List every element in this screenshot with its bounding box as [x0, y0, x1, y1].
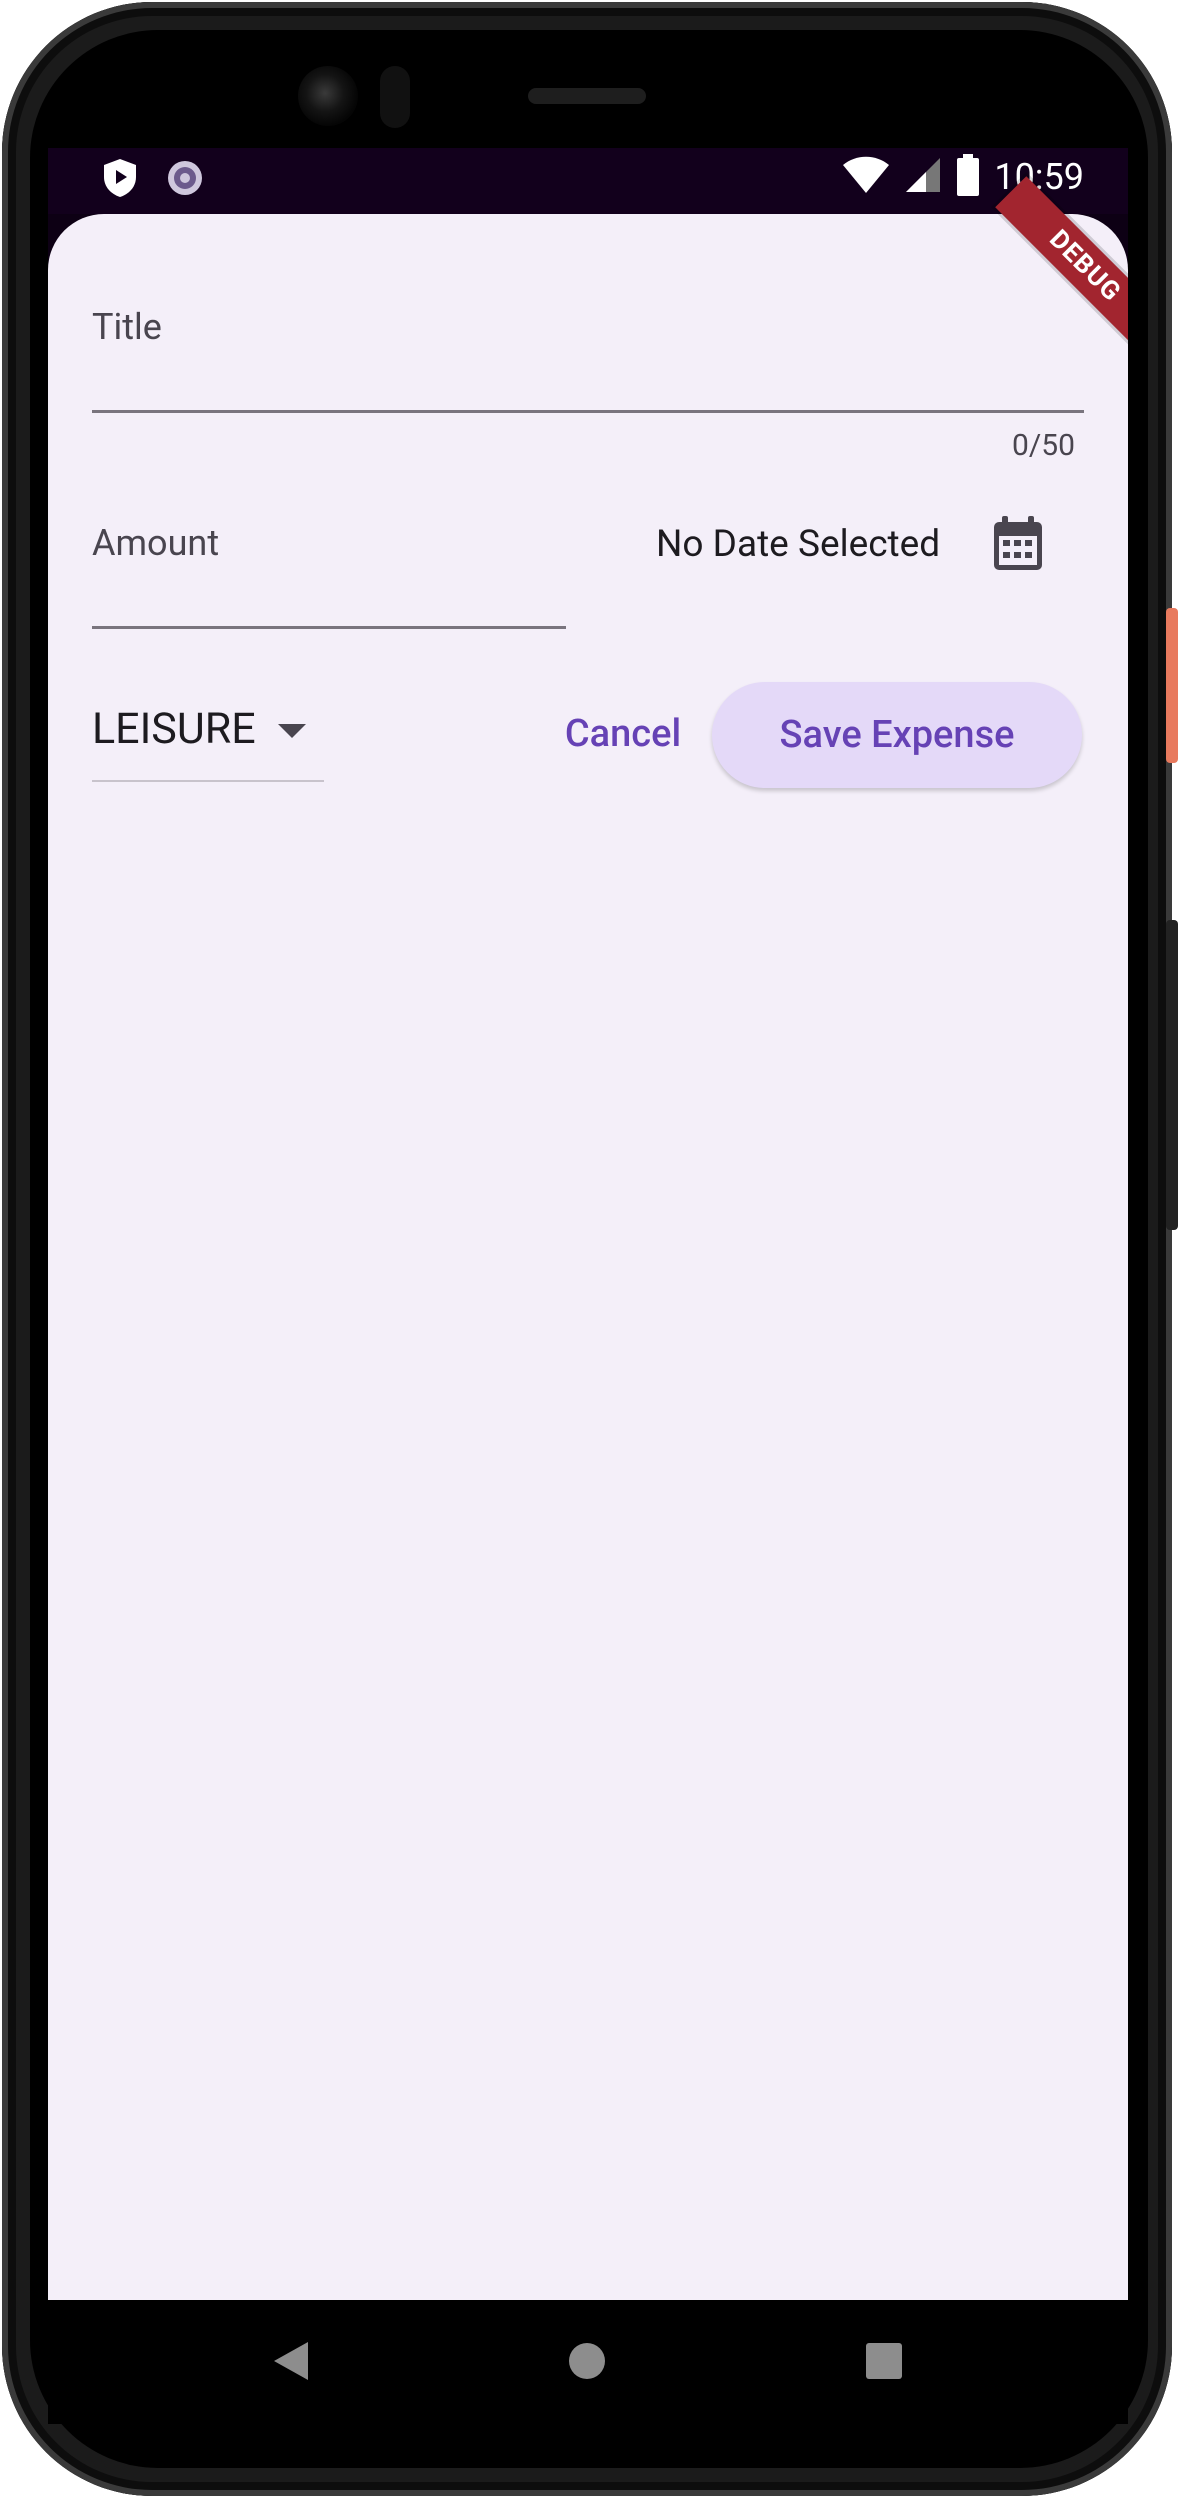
new-expense-sheet: DEBUG Title 0/50 Amount No Date Selected — [48, 176, 1128, 2300]
battery-icon — [956, 154, 980, 200]
title-input[interactable] — [92, 410, 1084, 413]
back-icon[interactable] — [274, 2342, 308, 2384]
proximity-sensor — [380, 66, 410, 128]
amount-field-label: Amount — [92, 522, 220, 564]
power-button — [1166, 608, 1178, 763]
dropdown-underline — [92, 780, 324, 782]
loading-icon — [166, 159, 204, 201]
calendar-icon[interactable] — [992, 516, 1044, 576]
earpiece-speaker — [528, 88, 646, 104]
title-char-counter: 0/50 — [1012, 428, 1075, 463]
title-field-label: Title — [92, 306, 162, 348]
category-dropdown[interactable]: LEISURE — [92, 704, 324, 782]
front-camera — [298, 66, 358, 126]
signal-icon — [904, 156, 942, 198]
phone-frame: 10:59 DEBUG Title 0/50 Amount No Date Se… — [2, 2, 1172, 2496]
home-icon[interactable] — [568, 2342, 606, 2384]
volume-button — [1166, 920, 1178, 1230]
shield-icon — [102, 158, 138, 202]
screen: 10:59 DEBUG Title 0/50 Amount No Date Se… — [48, 148, 1128, 2424]
status-bar: 10:59 — [48, 148, 1128, 214]
save-expense-button[interactable]: Save Expense — [712, 682, 1082, 788]
dropdown-arrow-icon — [278, 724, 306, 744]
wifi-icon — [842, 155, 890, 199]
category-selected-value: LEISURE — [92, 704, 256, 754]
recents-icon[interactable] — [866, 2343, 902, 2383]
selected-date-text: No Date Selected — [656, 523, 941, 566]
amount-input[interactable] — [92, 626, 566, 629]
navigation-bar — [48, 2300, 1128, 2424]
cancel-button[interactable]: Cancel — [548, 684, 698, 784]
